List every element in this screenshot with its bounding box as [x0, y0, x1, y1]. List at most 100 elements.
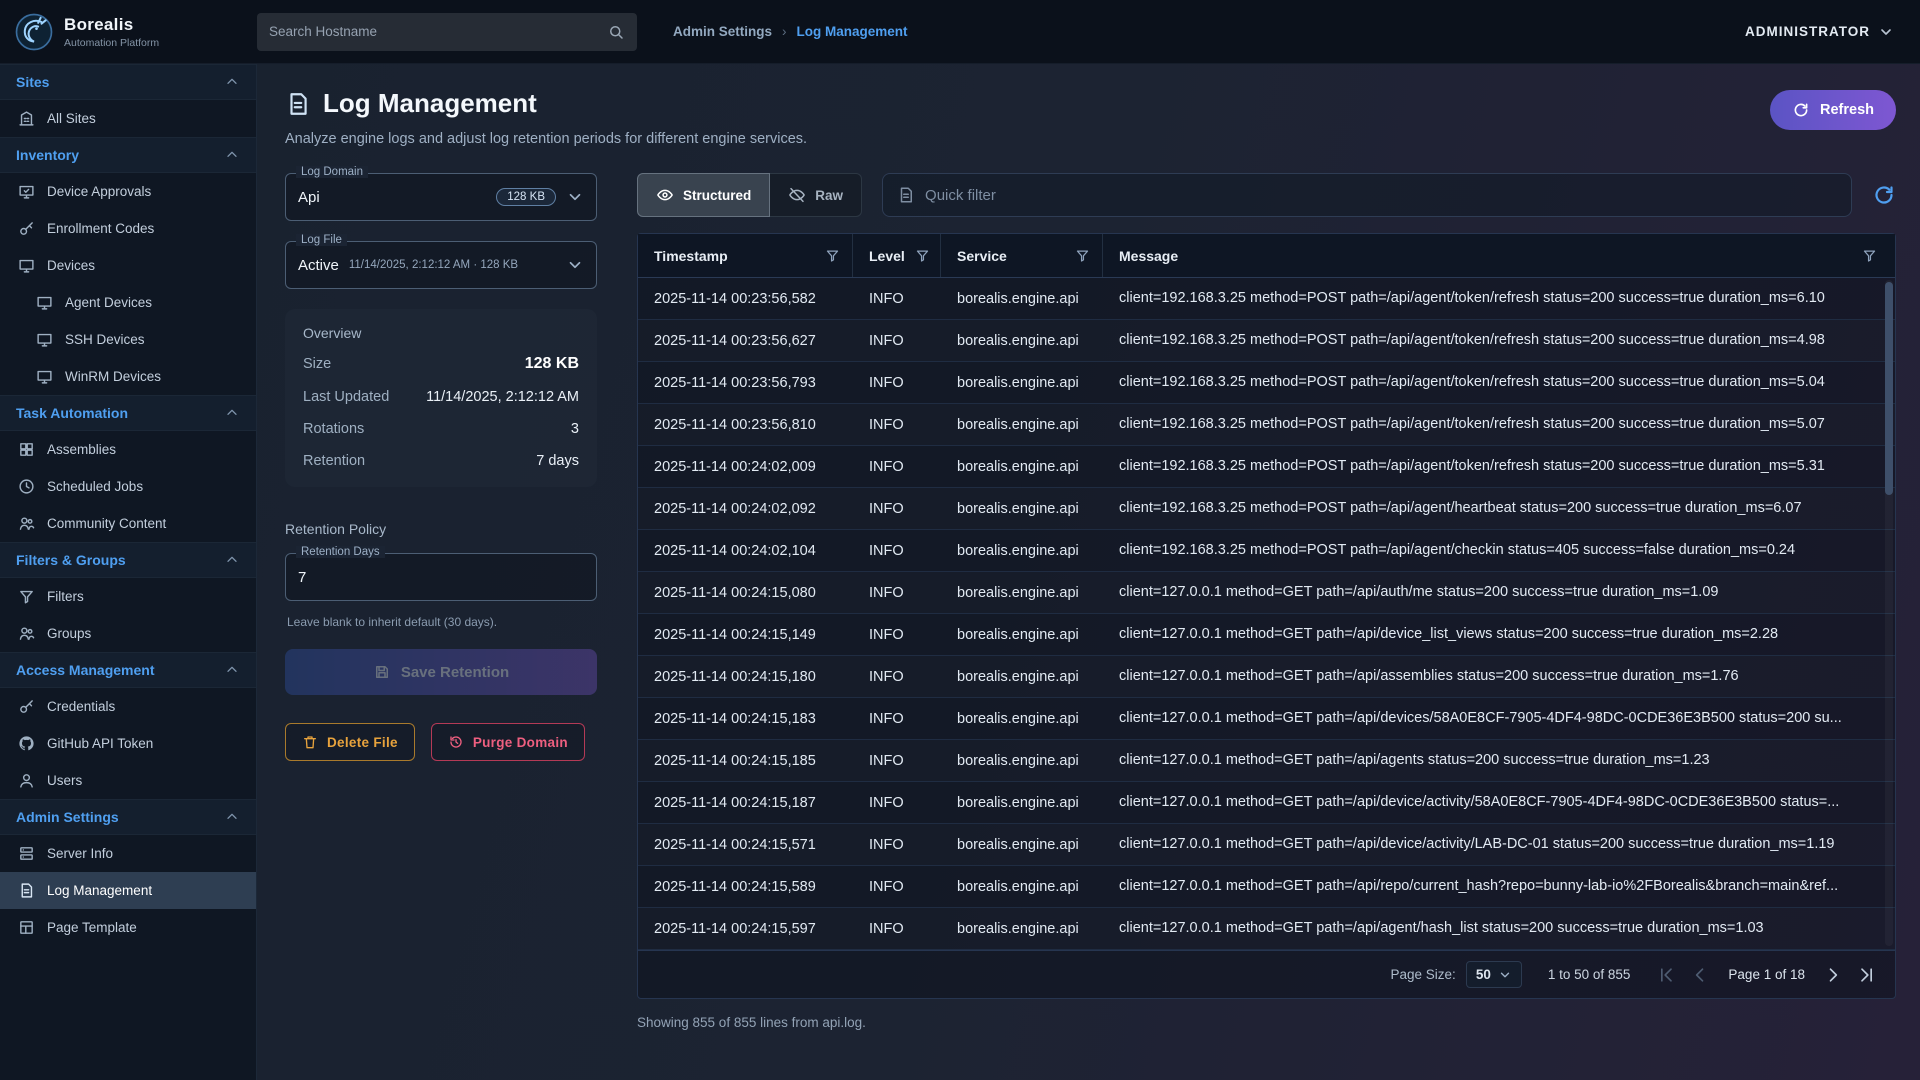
borealis-logo	[14, 12, 54, 52]
sidebar-item-label: Devices	[47, 258, 95, 273]
purge-domain-button[interactable]: Purge Domain	[431, 723, 585, 761]
chevron-up-icon	[224, 662, 240, 678]
overview-label: Rotations	[303, 421, 364, 437]
filter-funnel-icon[interactable]	[915, 248, 930, 263]
cell-level: INFO	[853, 404, 941, 445]
previous-page-icon[interactable]	[1690, 965, 1710, 985]
sidebar-section-label: Admin Settings	[16, 809, 119, 825]
filter-funnel-icon[interactable]	[1075, 248, 1090, 263]
retention-days-input[interactable]	[298, 569, 584, 586]
column-header-timestamp[interactable]: Timestamp	[638, 234, 853, 277]
next-page-icon[interactable]	[1823, 965, 1843, 985]
cell-service: borealis.engine.api	[941, 614, 1103, 655]
raw-view-toggle[interactable]: Raw	[770, 173, 862, 217]
sidebar-item-label: Scheduled Jobs	[47, 479, 143, 494]
funnel-icon	[18, 588, 35, 605]
sidebar-section-access-management[interactable]: Access Management	[0, 652, 256, 688]
log-row[interactable]: 2025-11-14 00:24:02,009INFOborealis.engi…	[638, 446, 1895, 488]
log-row[interactable]: 2025-11-14 00:23:56,810INFOborealis.engi…	[638, 404, 1895, 446]
brand-name: Borealis	[64, 15, 159, 35]
cell-level: INFO	[853, 866, 941, 907]
sidebar-section-sites[interactable]: Sites	[0, 64, 256, 100]
sidebar-item-credentials[interactable]: Credentials	[0, 688, 256, 725]
page-size-select[interactable]: 50	[1466, 961, 1522, 988]
sidebar-item-assemblies[interactable]: Assemblies	[0, 431, 256, 468]
sidebar-item-device-approvals[interactable]: Device Approvals	[0, 173, 256, 210]
monitor-icon	[36, 331, 53, 348]
sidebar-item-agent-devices[interactable]: Agent Devices	[0, 284, 256, 321]
sidebar-item-users[interactable]: Users	[0, 762, 256, 799]
sidebar-item-ssh-devices[interactable]: SSH Devices	[0, 321, 256, 358]
refresh-button[interactable]: Refresh	[1770, 90, 1896, 130]
sidebar-item-page-template[interactable]: Page Template	[0, 909, 256, 946]
sidebar-section-task-automation[interactable]: Task Automation	[0, 395, 256, 431]
chevron-up-icon	[224, 147, 240, 163]
filter-funnel-icon[interactable]	[1862, 248, 1877, 263]
log-row[interactable]: 2025-11-14 00:23:56,627INFOborealis.engi…	[638, 320, 1895, 362]
sidebar-item-filters[interactable]: Filters	[0, 578, 256, 615]
hostname-search-input[interactable]	[269, 24, 607, 39]
log-row[interactable]: 2025-11-14 00:23:56,582INFOborealis.engi…	[638, 278, 1895, 320]
page-header: Log Management Analyze engine logs and a…	[285, 88, 1896, 147]
delete-file-button[interactable]: Delete File	[285, 723, 415, 761]
sidebar-item-label: Community Content	[47, 516, 166, 531]
first-page-icon[interactable]	[1656, 965, 1676, 985]
log-row[interactable]: 2025-11-14 00:24:02,092INFOborealis.engi…	[638, 488, 1895, 530]
sidebar-item-groups[interactable]: Groups	[0, 615, 256, 652]
log-domain-select[interactable]: Log Domain Api 128 KB	[285, 173, 597, 221]
retention-days-field[interactable]: Retention Days	[285, 553, 597, 601]
user-icon	[18, 772, 35, 789]
sidebar-section-label: Sites	[16, 74, 49, 90]
last-page-icon[interactable]	[1857, 965, 1877, 985]
log-row[interactable]: 2025-11-14 00:24:15,180INFOborealis.engi…	[638, 656, 1895, 698]
log-row[interactable]: 2025-11-14 00:24:15,149INFOborealis.engi…	[638, 614, 1895, 656]
file-text-icon	[18, 882, 35, 899]
sidebar-item-github-api-token[interactable]: GitHub API Token	[0, 725, 256, 762]
log-row[interactable]: 2025-11-14 00:24:15,187INFOborealis.engi…	[638, 782, 1895, 824]
quick-filter-input[interactable]	[925, 187, 1837, 204]
log-row[interactable]: 2025-11-14 00:24:15,589INFOborealis.engi…	[638, 866, 1895, 908]
breadcrumb-log-management[interactable]: Log Management	[797, 24, 908, 39]
sidebar-item-community-content[interactable]: Community Content	[0, 505, 256, 542]
table-refresh-icon[interactable]	[1872, 183, 1896, 207]
breadcrumb-separator: ›	[782, 24, 787, 39]
log-row[interactable]: 2025-11-14 00:24:15,080INFOborealis.engi…	[638, 572, 1895, 614]
log-row[interactable]: 2025-11-14 00:24:15,597INFOborealis.engi…	[638, 908, 1895, 950]
monitor-icon	[36, 368, 53, 385]
column-header-message[interactable]: Message	[1103, 234, 1895, 277]
filter-funnel-icon[interactable]	[825, 248, 840, 263]
log-row[interactable]: 2025-11-14 00:23:56,793INFOborealis.engi…	[638, 362, 1895, 404]
cell-level: INFO	[853, 698, 941, 739]
sidebar-section-filters-groups[interactable]: Filters & Groups	[0, 542, 256, 578]
sidebar-section-admin-settings[interactable]: Admin Settings	[0, 799, 256, 835]
brand-tagline: Automation Platform	[64, 37, 159, 49]
cell-message: client=127.0.0.1 method=GET path=/api/de…	[1103, 698, 1895, 739]
save-retention-button[interactable]: Save Retention	[285, 649, 597, 695]
sidebar-item-all-sites[interactable]: All Sites	[0, 100, 256, 137]
sidebar-section-inventory[interactable]: Inventory	[0, 137, 256, 173]
sidebar-item-server-info[interactable]: Server Info	[0, 835, 256, 872]
log-row[interactable]: 2025-11-14 00:24:02,104INFOborealis.engi…	[638, 530, 1895, 572]
cell-level: INFO	[853, 908, 941, 949]
user-menu[interactable]: ADMINISTRATOR	[1745, 24, 1894, 40]
log-row[interactable]: 2025-11-14 00:24:15,183INFOborealis.engi…	[638, 698, 1895, 740]
structured-view-toggle[interactable]: Structured	[637, 173, 770, 217]
log-file-select[interactable]: Log File Active 11/14/2025, 2:12:12 AM ·…	[285, 241, 597, 289]
people-icon	[18, 515, 35, 532]
column-header-level[interactable]: Level	[853, 234, 941, 277]
table-scrollbar-thumb[interactable]	[1885, 282, 1893, 495]
column-header-service[interactable]: Service	[941, 234, 1103, 277]
log-table: Timestamp Level Service Message	[637, 233, 1896, 999]
sidebar-item-devices[interactable]: Devices	[0, 247, 256, 284]
trash-icon	[302, 734, 318, 750]
sidebar-item-log-management[interactable]: Log Management	[0, 872, 256, 909]
quick-filter[interactable]	[882, 173, 1852, 217]
sidebar-item-winrm-devices[interactable]: WinRM Devices	[0, 358, 256, 395]
sidebar-item-scheduled-jobs[interactable]: Scheduled Jobs	[0, 468, 256, 505]
breadcrumb-admin-settings[interactable]: Admin Settings	[673, 24, 772, 39]
hostname-search[interactable]	[257, 13, 637, 51]
sidebar-item-enrollment-codes[interactable]: Enrollment Codes	[0, 210, 256, 247]
log-row[interactable]: 2025-11-14 00:24:15,185INFOborealis.engi…	[638, 740, 1895, 782]
log-row[interactable]: 2025-11-14 00:24:15,571INFOborealis.engi…	[638, 824, 1895, 866]
sidebar-section-label: Inventory	[16, 147, 79, 163]
